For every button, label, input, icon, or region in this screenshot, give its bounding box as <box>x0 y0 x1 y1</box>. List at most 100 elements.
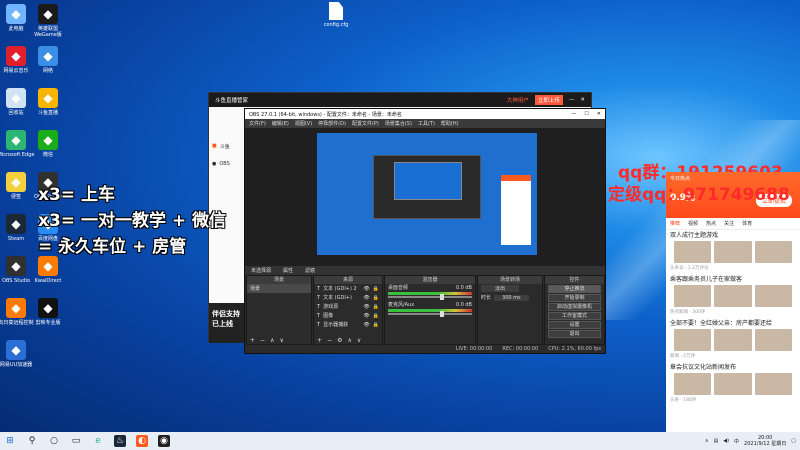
obs-menu-item[interactable]: 编辑(E) <box>272 120 289 127</box>
volume-slider[interactable] <box>388 294 472 300</box>
desktop-icon-label: 网易UU加速器 <box>0 362 33 368</box>
steam-icon[interactable]: ♨ <box>114 435 126 447</box>
add-icon[interactable]: + <box>317 337 322 344</box>
news-tab[interactable]: 推荐 <box>670 220 680 227</box>
eye-icon[interactable]: 👁 <box>363 295 369 301</box>
obs-icon: ◆ <box>6 256 26 276</box>
news-app-panel[interactable]: 今日热点 0.9元 立即提现 推荐 视频 热点 关注 体育 双人成行主题游戏 头条号 · … <box>666 172 800 432</box>
volume-icon[interactable]: ◀) <box>723 438 729 444</box>
desktop-icon[interactable]: ◆ 英雄联盟WeGame版 <box>28 4 68 38</box>
news-item[interactable]: 全部不要！全红婵父亲：房产都要还给 新闻 · 2万评 <box>666 318 800 362</box>
obs-menu-item[interactable]: 工具(T) <box>418 120 435 127</box>
obs-titlebar: OBS 27.0.1 (64-bit, windows) - 配置文件：未命名 … <box>245 109 605 119</box>
remove-icon[interactable]: − <box>260 337 265 344</box>
desktop-icon[interactable]: ◆ KwaiDirect <box>28 256 68 284</box>
desktop-file[interactable]: config.cfg <box>316 2 356 28</box>
eye-icon[interactable]: 👁 <box>363 322 369 328</box>
news-item[interactable]: 双人成行主题游戏 头条号 · 1.2万评论 <box>666 230 800 274</box>
control-button[interactable]: 开始录制 <box>548 294 601 302</box>
desktop-icon[interactable]: ◆ 网络 <box>28 46 68 74</box>
desktop-icon-label: OBS Studio <box>2 278 30 284</box>
news-tab[interactable]: 关注 <box>724 220 734 227</box>
obs-preview[interactable] <box>317 133 537 255</box>
obs-icon[interactable]: ◉ <box>158 435 170 447</box>
obs-menu-item[interactable]: 文件(F) <box>249 120 266 127</box>
start-icon[interactable]: ⊞ <box>4 435 16 447</box>
control-button[interactable]: 停止推流 <box>548 285 601 293</box>
news-title: 章会抗议文化站新闻发布 <box>670 364 737 371</box>
up-icon[interactable]: ∧ <box>270 337 274 344</box>
task-view-icon[interactable]: ▭ <box>70 435 82 447</box>
down-icon[interactable]: ∨ <box>279 337 283 344</box>
news-meta: 新闻 · 2万评 <box>670 354 696 359</box>
douyu-upload-button[interactable]: 立即上传 <box>534 95 563 105</box>
lock-icon[interactable]: 🔒 <box>373 322 379 328</box>
mixer-channel: 桌面音频 0.0 dB <box>385 284 475 300</box>
close-icon[interactable]: ✕ <box>580 97 585 103</box>
douyu-side-item[interactable]: ■ 斗鱼 <box>209 137 245 155</box>
minimize-icon[interactable]: — <box>569 97 575 103</box>
settings-icon[interactable]: ⚙ <box>337 337 342 344</box>
remove-icon[interactable]: − <box>327 337 332 344</box>
add-icon[interactable]: + <box>250 337 255 344</box>
obs-menu-item[interactable]: 帮助(H) <box>441 120 459 127</box>
chevron-up-icon[interactable]: ∧ <box>705 438 709 444</box>
notification-icon[interactable]: ▢ <box>791 438 796 444</box>
sources-header: 来源 <box>314 276 382 284</box>
news-item[interactable]: 章会抗议文化站新闻发布 头条 · 180评 <box>666 362 800 406</box>
search-icon[interactable]: ⚲ <box>26 435 38 447</box>
control-button[interactable]: 工作室模式 <box>548 312 601 320</box>
eye-icon[interactable]: 👁 <box>363 286 369 292</box>
control-button[interactable]: 启动虚拟摄像机 <box>548 303 601 311</box>
ime-icon[interactable]: 中 <box>734 438 739 445</box>
eye-icon[interactable]: 👁 <box>363 304 369 310</box>
douyu-icon[interactable]: ◐ <box>136 435 148 447</box>
obs-window[interactable]: OBS 27.0.1 (64-bit, windows) - 配置文件：未命名 … <box>244 108 606 354</box>
desktop-icon[interactable]: ◆ 微信 <box>28 130 68 158</box>
news-tab[interactable]: 体育 <box>742 220 752 227</box>
maximize-icon[interactable]: ☐ <box>584 111 588 117</box>
close-icon[interactable]: ✕ <box>597 111 601 117</box>
control-button[interactable]: 设置 <box>548 321 601 329</box>
control-button[interactable]: 退出 <box>548 330 601 338</box>
news-item[interactable]: 乘客跟乘务员儿子在家做客 热点新闻 · 300评 <box>666 274 800 318</box>
scene-item[interactable]: 场景 <box>247 284 311 293</box>
lock-icon[interactable]: 🔒 <box>373 304 379 310</box>
source-item[interactable]: T 显示器捕获 👁 🔒 <box>314 320 382 329</box>
obs-menu-item[interactable]: 配置文件(P) <box>352 120 379 127</box>
obs-preview-area <box>245 128 605 266</box>
transition-select[interactable]: 淡出 <box>481 285 520 292</box>
clock[interactable]: 20:00 2021/9/12 星期日 <box>744 435 786 447</box>
source-item[interactable]: T 文本 (GDI+) 2 👁 🔒 <box>314 284 382 293</box>
obs-menu-item[interactable]: 停靠部件(D) <box>318 120 346 127</box>
news-title: 双人成行主题游戏 <box>670 232 719 239</box>
up-icon[interactable]: ∧ <box>347 337 351 344</box>
source-item[interactable]: T 图像 👁 🔒 <box>314 311 382 320</box>
obs-menu-item[interactable]: 视图(V) <box>295 120 312 127</box>
filters-button[interactable]: 滤镜 <box>305 267 315 274</box>
lock-icon[interactable]: 🔒 <box>373 313 379 319</box>
edge-icon[interactable]: e <box>92 435 104 447</box>
desktop-icon[interactable]: ◆ 网易UU加速器 <box>0 340 36 368</box>
properties-button[interactable]: 属性 <box>283 267 293 274</box>
duration-input[interactable]: 300 ms <box>494 294 529 301</box>
obs-menu-item[interactable]: 场景集合(S) <box>385 120 412 127</box>
taskbar: ⊞ ⚲ ○ ▭ e ♨ ◐ ◉ ∧ ▤ ◀) 中 20:00 2021/9/12… <box>0 432 800 450</box>
lock-icon[interactable]: 🔒 <box>373 295 379 301</box>
desktop-icon[interactable]: ◆ 剪映专业版 <box>28 298 68 326</box>
file-icon <box>329 2 343 20</box>
minimize-icon[interactable]: — <box>571 111 576 117</box>
lock-icon[interactable]: 🔒 <box>373 286 379 292</box>
source-item[interactable]: T 文本 (GDI+) 👁 🔒 <box>314 293 382 302</box>
news-tab[interactable]: 视频 <box>688 220 698 227</box>
desktop-icon[interactable]: ◆ 斗鱼直播 <box>28 88 68 116</box>
network-icon[interactable]: ▤ <box>713 438 718 444</box>
source-item[interactable]: T 游戏源 👁 🔒 <box>314 302 382 311</box>
down-icon[interactable]: ∨ <box>357 337 361 344</box>
news-tab[interactable]: 热点 <box>706 220 716 227</box>
douyu-side-item[interactable]: ● OBS <box>209 155 245 173</box>
eye-icon[interactable]: 👁 <box>363 313 369 319</box>
douyu-user[interactable]: 大神用户 <box>507 96 529 104</box>
cortana-icon[interactable]: ○ <box>48 435 60 447</box>
volume-slider[interactable] <box>388 311 472 317</box>
